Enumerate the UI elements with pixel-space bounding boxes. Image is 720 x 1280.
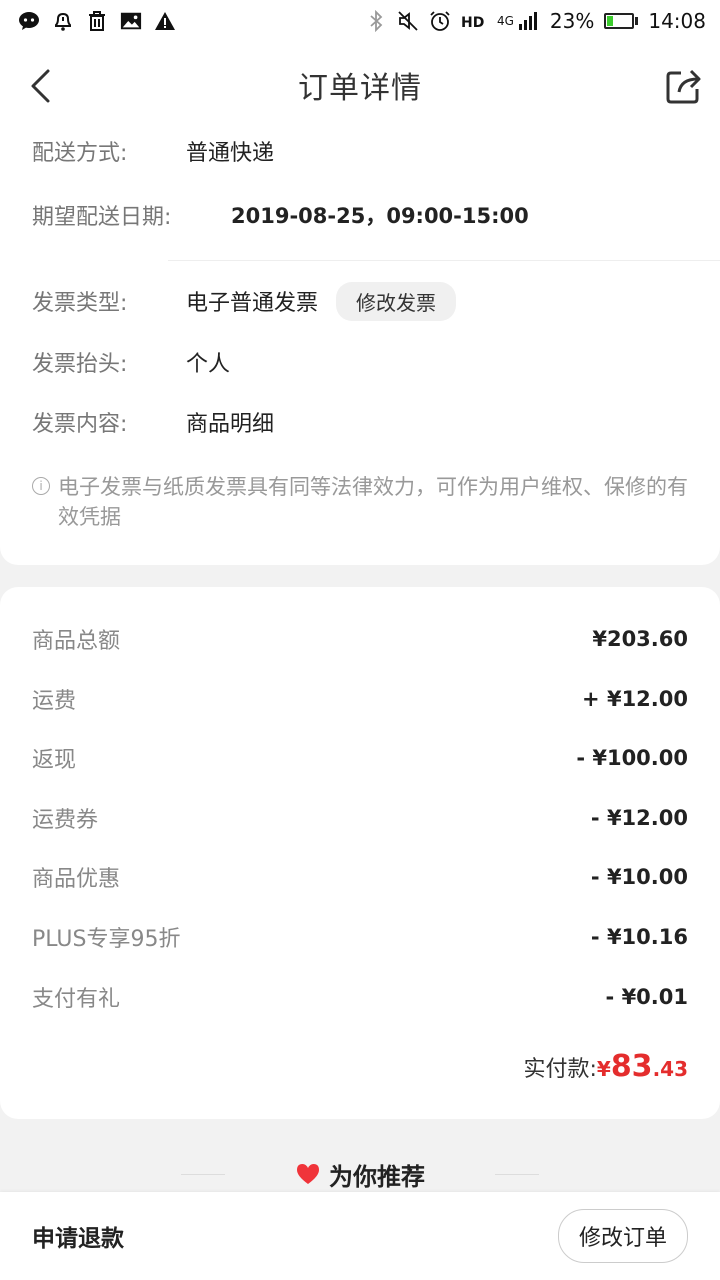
delivery-date-value: 2019-08-25，09:00-15:00 bbox=[231, 204, 529, 228]
apply-refund-button[interactable]: 申请退款 bbox=[32, 1219, 124, 1253]
total-amount: ¥83.43 bbox=[597, 1049, 688, 1084]
system-icons: HD 4G 23% 14:08 bbox=[365, 9, 706, 33]
battery-icon bbox=[604, 13, 639, 29]
fee-label: 运费 bbox=[32, 689, 77, 714]
currency-symbol: ¥ bbox=[596, 1057, 611, 1081]
fee-label: 商品优惠 bbox=[32, 867, 121, 892]
invoice-content-row: 发票内容: 商品明细 bbox=[32, 407, 274, 437]
delivery-date-label: 期望配送日期: bbox=[32, 205, 172, 230]
recommend-title: 为你推荐 bbox=[329, 1162, 425, 1191]
invoice-notice-text: 电子发票与纸质发票具有同等法律效力，可作为用户维权、保修的有效凭据 bbox=[58, 475, 688, 529]
page-title: 订单详情 bbox=[298, 71, 422, 106]
clock: 14:08 bbox=[648, 9, 706, 33]
total-label: 实付款: bbox=[523, 1057, 597, 1082]
fee-label: 商品总额 bbox=[32, 629, 121, 654]
invoice-type-row: 发票类型: 电子普通发票 修改发票 bbox=[32, 281, 457, 321]
invoice-notice: i 电子发票与纸质发票具有同等法律效力，可作为用户维权、保修的有效凭据 bbox=[32, 472, 692, 532]
fee-label: PLUS专享95折 bbox=[32, 927, 181, 952]
share-button[interactable] bbox=[662, 64, 706, 108]
hd-icon: HD bbox=[461, 10, 487, 32]
fee-row: 支付有礼 - ¥0.01 bbox=[32, 981, 688, 1013]
fee-value: - ¥0.01 bbox=[605, 985, 688, 1009]
mute-icon bbox=[397, 10, 419, 32]
delivery-method-label: 配送方式: bbox=[32, 141, 128, 166]
image-icon bbox=[120, 10, 142, 32]
fee-row: 运费券 - ¥12.00 bbox=[32, 802, 688, 834]
delivery-method-value: 普通快递 bbox=[186, 141, 275, 166]
invoice-content-label: 发票内容: bbox=[32, 412, 128, 437]
modify-invoice-button[interactable]: 修改发票 bbox=[336, 281, 457, 321]
invoice-type-value: 电子普通发票 bbox=[186, 291, 319, 316]
bluetooth-icon bbox=[365, 10, 387, 32]
fee-row: 返现 - ¥100.00 bbox=[32, 742, 688, 774]
notification-icons bbox=[18, 10, 176, 32]
back-button[interactable] bbox=[20, 66, 60, 106]
fee-row: PLUS专享95折 - ¥10.16 bbox=[32, 921, 688, 953]
status-bar: HD 4G 23% 14:08 bbox=[0, 0, 720, 42]
delivery-date-row: 期望配送日期: 2019-08-25，09:00-15:00 bbox=[32, 200, 529, 230]
fee-value: - ¥10.16 bbox=[590, 925, 688, 949]
alarm-clock-icon bbox=[429, 10, 451, 32]
signal-icon bbox=[518, 10, 540, 32]
fee-label: 返现 bbox=[32, 748, 77, 773]
alarm-bell-icon bbox=[52, 10, 74, 32]
fee-row: 商品优惠 - ¥10.00 bbox=[32, 861, 688, 893]
divider bbox=[168, 260, 720, 261]
wechat-icon bbox=[18, 10, 40, 32]
fee-label: 运费券 bbox=[32, 808, 99, 833]
network-type: 4G bbox=[496, 14, 514, 28]
battery-percent: 23% bbox=[549, 9, 595, 33]
divider bbox=[495, 1173, 539, 1175]
invoice-title-label: 发票抬头: bbox=[32, 352, 128, 377]
fee-value: + ¥12.00 bbox=[582, 687, 688, 711]
total-paid: 实付款: ¥83.43 bbox=[523, 1049, 688, 1084]
delivery-method-row: 配送方式: 普通快递 bbox=[32, 136, 274, 166]
invoice-title-row: 发票抬头: 个人 bbox=[32, 347, 230, 377]
trash-icon bbox=[86, 10, 108, 32]
invoice-content-value: 商品明细 bbox=[186, 412, 275, 437]
total-integer: 83 bbox=[610, 1049, 653, 1084]
share-icon bbox=[666, 69, 701, 104]
order-info-card: 配送方式: 普通快递 期望配送日期: 2019-08-25，09:00-15:0… bbox=[0, 128, 720, 565]
invoice-title-value: 个人 bbox=[186, 352, 231, 377]
fee-row: 商品总额 ¥203.60 bbox=[32, 623, 688, 655]
info-icon: i bbox=[32, 477, 50, 495]
fee-value: - ¥12.00 bbox=[590, 806, 688, 830]
fee-label: 支付有礼 bbox=[32, 987, 121, 1012]
price-summary-card: 商品总额 ¥203.60 运费 + ¥12.00 返现 - ¥100.00 运费… bbox=[0, 587, 720, 1119]
fee-value: - ¥10.00 bbox=[590, 865, 688, 889]
chevron-left-icon bbox=[31, 69, 50, 103]
invoice-type-label: 发票类型: bbox=[32, 291, 128, 316]
fee-value: - ¥100.00 bbox=[576, 746, 688, 770]
fee-value: ¥203.60 bbox=[592, 627, 688, 651]
total-decimal: .43 bbox=[652, 1057, 688, 1081]
heart-icon bbox=[297, 1164, 319, 1184]
modify-order-button[interactable]: 修改订单 bbox=[557, 1209, 688, 1263]
svg-text:HD: HD bbox=[461, 15, 484, 31]
header: 订单详情 bbox=[0, 42, 720, 128]
warning-icon bbox=[154, 10, 176, 32]
divider bbox=[181, 1173, 225, 1175]
bottom-action-bar: 申请退款 修改订单 bbox=[0, 1192, 720, 1280]
fee-row: 运费 + ¥12.00 bbox=[32, 683, 688, 715]
